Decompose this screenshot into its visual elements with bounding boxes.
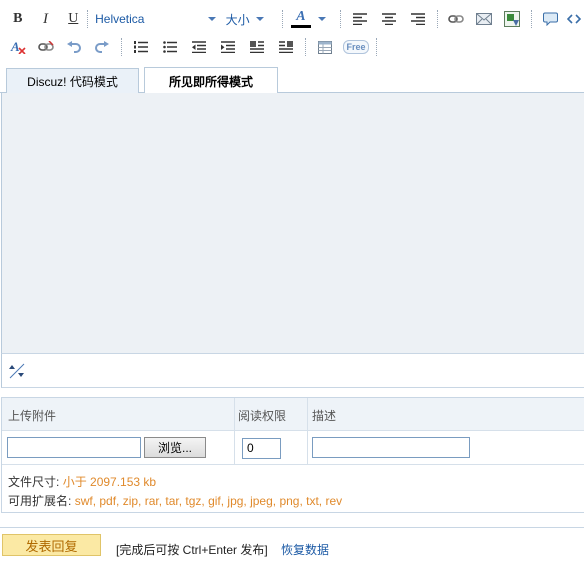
color-swatch	[290, 25, 311, 28]
remove-format-icon[interactable]: A	[6, 36, 30, 58]
redo-icon[interactable]	[90, 36, 114, 58]
italic-button[interactable]: I	[34, 8, 58, 30]
divider	[307, 398, 308, 464]
float-right-icon[interactable]	[274, 36, 298, 58]
toolbar-row-2: A Free	[0, 34, 584, 60]
font-size-select[interactable]: 大小	[226, 8, 275, 30]
indent-icon[interactable]	[216, 36, 240, 58]
align-left-icon[interactable]	[348, 8, 372, 30]
align-right-icon[interactable]	[406, 8, 430, 30]
outdent-icon[interactable]	[187, 36, 211, 58]
resize-icon[interactable]	[8, 361, 26, 381]
restore-data-link[interactable]: 恢复数据	[281, 541, 329, 558]
table-icon[interactable]	[313, 36, 337, 58]
separator	[87, 10, 89, 28]
chevron-down-icon	[317, 17, 326, 21]
resize-bar	[1, 353, 584, 388]
unlink-icon[interactable]	[34, 36, 58, 58]
file-path-input[interactable]	[7, 437, 141, 458]
mode-tabs: Discuz! 代码模式 所见即所得模式	[0, 66, 584, 94]
image-icon[interactable]	[500, 8, 524, 30]
browse-button[interactable]: 浏览...	[144, 437, 206, 458]
allowed-extensions-info: 可用扩展名: swf, pdf, zip, rar, tar, tgz, gif…	[8, 494, 343, 508]
file-size-info: 文件尺寸: 小于 2097.153 kb	[8, 475, 157, 489]
upload-column-header: 上传附件	[8, 409, 57, 423]
description-column-header: 描述	[312, 409, 337, 423]
separator	[376, 38, 377, 56]
toolbar-row-1: B I U Helvetica 大小 A	[0, 6, 584, 32]
read-permission-input[interactable]: 0	[242, 438, 281, 459]
undo-icon[interactable]	[62, 36, 86, 58]
bold-button[interactable]: B	[6, 8, 30, 30]
attachment-panel: 上传附件 阅读权限 描述 浏览... 0 文件尺寸: 小于 2097.153 k…	[1, 397, 584, 513]
svg-text:A: A	[10, 40, 20, 54]
separator	[436, 10, 438, 28]
separator	[305, 38, 306, 56]
email-icon[interactable]	[472, 8, 496, 30]
underline-button[interactable]: U	[61, 8, 85, 30]
separator	[530, 10, 532, 28]
quote-icon[interactable]	[539, 8, 563, 30]
code-icon[interactable]	[564, 8, 584, 30]
divider	[234, 398, 235, 464]
unordered-list-icon[interactable]	[158, 36, 182, 58]
separator	[281, 10, 283, 28]
description-input[interactable]	[312, 437, 470, 458]
submit-reply-button[interactable]: 发表回复	[2, 534, 101, 556]
font-family-select[interactable]: Helvetica	[95, 8, 216, 30]
permission-column-header: 阅读权限	[238, 409, 287, 423]
divider	[2, 464, 584, 465]
tab-code-mode[interactable]: Discuz! 代码模式	[6, 68, 139, 94]
submit-bar: 发表回复 [完成后可按 Ctrl+Enter 发布] 恢复数据	[0, 527, 584, 565]
link-icon[interactable]	[445, 8, 469, 30]
editor-area[interactable]	[1, 93, 584, 353]
free-icon[interactable]: Free	[343, 36, 369, 58]
separator	[121, 38, 122, 56]
font-color-button[interactable]: A	[290, 8, 333, 30]
attachment-header: 上传附件 阅读权限 描述	[2, 398, 584, 431]
shortcut-hint: [完成后可按 Ctrl+Enter 发布]	[116, 543, 268, 557]
ordered-list-icon[interactable]	[129, 36, 153, 58]
chevron-down-icon	[255, 17, 264, 21]
align-center-icon[interactable]	[377, 8, 401, 30]
separator	[340, 10, 342, 28]
font-color-icon: A	[290, 10, 312, 28]
tab-wysiwyg-mode[interactable]: 所见即所得模式	[144, 67, 278, 94]
chevron-down-icon	[207, 17, 216, 21]
float-left-icon[interactable]	[245, 36, 269, 58]
